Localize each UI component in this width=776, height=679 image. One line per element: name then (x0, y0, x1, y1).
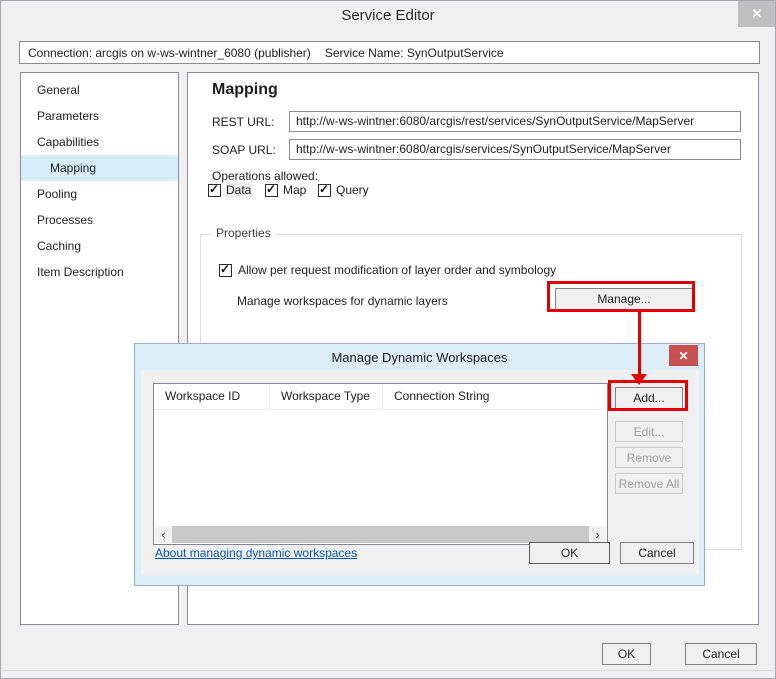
checkbox-query-label: Query (336, 183, 369, 197)
dialog-cancel-button[interactable]: Cancel (620, 542, 694, 564)
checkbox-query[interactable]: ✓ Query (318, 182, 369, 197)
checkbox-icon[interactable]: ✓ (219, 262, 232, 277)
allow-per-request-label: Allow per request modification of layer … (238, 263, 557, 277)
checkbox-data-label: Data (226, 183, 252, 197)
checkbox-map-label: Map (283, 183, 307, 197)
service-name-text: Service Name: SynOutputService (324, 45, 504, 60)
column-header-connection-string[interactable]: Connection String (383, 384, 607, 409)
checkbox-data[interactable]: ✓ Data (208, 182, 252, 197)
properties-legend: Properties (211, 226, 276, 240)
sidebar-item-pooling[interactable]: Pooling (21, 181, 178, 207)
add-button-highlight (608, 380, 688, 411)
connection-bar: Connection: arcgis on w-ws-wintner_6080 … (19, 41, 760, 64)
checkbox-map[interactable]: ✓ Map (265, 182, 307, 197)
sidebar-item-item-description[interactable]: Item Description (21, 259, 178, 285)
sidebar-item-processes[interactable]: Processes (21, 207, 178, 233)
cancel-button[interactable]: Cancel (685, 643, 757, 665)
remove-button[interactable]: Remove (615, 447, 683, 468)
table-header-row: Workspace ID Workspace Type Connection S… (154, 384, 607, 410)
scroll-left-icon[interactable]: ‹ (155, 526, 172, 543)
rest-url-label: REST URL: (212, 115, 275, 129)
edit-button[interactable]: Edit... (615, 421, 683, 442)
column-header-workspace-id[interactable]: Workspace ID (154, 384, 270, 409)
close-icon[interactable]: ✕ (738, 1, 775, 27)
sidebar-item-caching[interactable]: Caching (21, 233, 178, 259)
page-title: Mapping (212, 81, 278, 98)
dialog-ok-button[interactable]: OK (529, 542, 610, 564)
connection-text: Connection: arcgis on w-ws-wintner_6080 … (28, 45, 311, 60)
soap-url-field[interactable]: http://w-ws-wintner:6080/arcgis/services… (289, 139, 741, 160)
soap-url-label: SOAP URL: (212, 143, 276, 157)
about-managing-dynamic-workspaces-link[interactable]: About managing dynamic workspaces (155, 546, 357, 560)
sidebar-item-mapping[interactable]: Mapping (21, 155, 178, 181)
checkbox-icon[interactable]: ✓ (265, 182, 278, 197)
checkbox-allow-per-request[interactable]: ✓ Allow per request modification of laye… (219, 262, 557, 277)
manage-button-highlight (547, 281, 695, 312)
horizontal-scrollbar[interactable]: ‹ › (155, 526, 606, 543)
dialog-close-icon[interactable]: ✕ (669, 345, 698, 366)
manage-workspaces-label: Manage workspaces for dynamic layers (237, 294, 448, 308)
annotation-arrow-line (638, 312, 641, 374)
scroll-right-icon[interactable]: › (589, 526, 606, 543)
dialog-title: Manage Dynamic Workspaces (331, 350, 508, 365)
column-header-workspace-type[interactable]: Workspace Type (270, 384, 383, 409)
workspaces-table[interactable]: Workspace ID Workspace Type Connection S… (153, 383, 608, 545)
checkbox-icon[interactable]: ✓ (208, 182, 221, 197)
remove-all-button[interactable]: Remove All (615, 473, 683, 494)
service-editor-window: Service Editor ✕ Connection: arcgis on w… (0, 0, 776, 679)
checkbox-icon[interactable]: ✓ (318, 182, 331, 197)
sidebar-item-capabilities[interactable]: Capabilities (21, 129, 178, 155)
window-title: Service Editor (341, 7, 435, 24)
rest-url-field[interactable]: http://w-ws-wintner:6080/arcgis/rest/ser… (289, 111, 741, 132)
scrollbar-track[interactable] (172, 526, 589, 543)
sidebar-item-general[interactable]: General (21, 77, 178, 103)
ok-button[interactable]: OK (602, 643, 651, 665)
window-bottom-divider (2, 670, 774, 671)
sidebar-item-parameters[interactable]: Parameters (21, 103, 178, 129)
